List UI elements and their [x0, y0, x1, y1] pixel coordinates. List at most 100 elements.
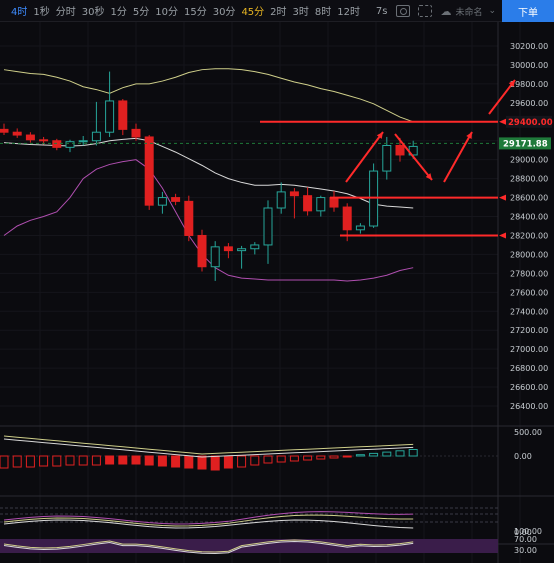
timeframe-9[interactable]: 45分 — [241, 3, 264, 18]
macd-bar — [144, 455, 154, 466]
macd-bar — [263, 455, 273, 464]
price-tick: 26800.00 — [510, 364, 548, 373]
timeframe-2[interactable]: 分时 — [56, 3, 76, 18]
candle-body — [355, 225, 365, 231]
price-tick: 27200.00 — [510, 326, 548, 335]
macd-bar — [184, 455, 194, 469]
macd-bar — [276, 455, 286, 463]
candle-body — [382, 144, 392, 172]
candle-body — [144, 136, 154, 206]
timeframe-13[interactable]: 12时 — [337, 3, 360, 18]
bollinger-upper — [3, 68, 414, 123]
camera-icon[interactable] — [396, 5, 411, 17]
macd-bar — [105, 455, 115, 465]
current-price-label: 29171.88 — [503, 139, 548, 149]
lower-level-arrowhead — [499, 232, 506, 239]
price-tick: 28600.00 — [510, 194, 548, 203]
chevron-down-icon[interactable]: ⌄ — [488, 6, 496, 16]
macd-bar — [369, 452, 379, 457]
macd-tick: 0.00 — [514, 452, 532, 461]
timeframe-5[interactable]: 5分 — [133, 3, 149, 18]
macd-bar — [197, 455, 207, 470]
macd-bar — [25, 455, 35, 468]
candle-body — [25, 134, 35, 141]
macd-bar — [210, 455, 220, 471]
candle-body — [52, 140, 62, 148]
candle-body — [289, 191, 299, 197]
macd-bar — [223, 455, 233, 469]
candle-body — [171, 197, 181, 202]
macd-bar — [118, 455, 128, 465]
forecast-arrow-4 — [488, 79, 516, 115]
candle-body — [263, 207, 273, 246]
price-tick: 27400.00 — [510, 307, 548, 316]
price-tick: 28400.00 — [510, 213, 548, 222]
cloud-icon[interactable]: ☁ — [440, 5, 451, 18]
forecast-arrow-3 — [443, 131, 473, 183]
macd-bar — [171, 455, 181, 468]
macd-bar — [131, 455, 141, 465]
timeframe-6[interactable]: 10分 — [155, 3, 178, 18]
range-label[interactable]: 7s — [376, 6, 388, 17]
candle-body — [197, 234, 207, 268]
macd-bar — [316, 455, 326, 460]
macd-tick: 500.00 — [514, 428, 542, 437]
bollinger-lower — [3, 159, 414, 282]
rsi-tick: 70.00 — [514, 535, 537, 544]
macd-bar — [382, 451, 392, 457]
price-tick: 29000.00 — [510, 156, 548, 165]
layout-name[interactable]: 未命名 — [455, 5, 482, 18]
macd-bar — [408, 449, 418, 457]
timeframe-10[interactable]: 2时 — [270, 3, 286, 18]
candle-body — [39, 139, 49, 142]
macd-bar — [52, 455, 62, 467]
timeframe-8[interactable]: 30分 — [213, 3, 236, 18]
candle-body — [223, 246, 233, 252]
timeframe-12[interactable]: 8时 — [315, 3, 331, 18]
candle-body — [237, 248, 247, 252]
candle-body — [395, 144, 405, 156]
macd-bar — [355, 454, 365, 457]
resistance-level-arrowhead — [499, 118, 506, 125]
support-level-arrowhead — [499, 194, 506, 201]
price-tick: 26400.00 — [510, 402, 548, 411]
macd-bar — [157, 455, 167, 467]
macd-bar — [78, 455, 88, 466]
candle-body — [105, 100, 115, 133]
candle-body — [78, 140, 88, 143]
macd-bar — [39, 455, 49, 467]
macd-bar — [342, 455, 352, 458]
resistance-level-label: 29400.00 — [508, 118, 553, 128]
candlestick-chart[interactable]: 30200.00 30000.00 29800.00 29600.00 29400.00… — [0, 22, 554, 563]
macd-bar — [329, 455, 339, 459]
price-tick: 29800.00 — [510, 80, 548, 89]
candle-body — [157, 197, 167, 206]
macd-bar — [0, 455, 9, 469]
fullscreen-icon[interactable] — [418, 5, 433, 17]
candle-body — [12, 131, 22, 136]
price-tick: 27000.00 — [510, 345, 548, 354]
macd-bar — [303, 455, 313, 461]
macd-bar — [237, 455, 247, 468]
candle-body — [316, 197, 326, 212]
macd-bar — [91, 455, 101, 466]
macd-bar — [65, 455, 75, 466]
timeframe-7[interactable]: 15分 — [184, 3, 207, 18]
price-tick: 27800.00 — [510, 269, 548, 278]
timeframe-3[interactable]: 30秒 — [82, 3, 105, 18]
timeframe-0[interactable]: 4时 — [11, 3, 27, 18]
timeframe-4[interactable]: 1分 — [110, 3, 126, 18]
timeframe-11[interactable]: 3时 — [293, 3, 309, 18]
candle-body — [276, 191, 286, 209]
candle-body — [342, 206, 352, 231]
price-tick: 30200.00 — [510, 42, 548, 51]
price-tick: 30000.00 — [510, 61, 548, 70]
price-tick: 29600.00 — [510, 99, 548, 108]
order-button[interactable]: 下单 — [502, 0, 554, 22]
timeframe-1[interactable]: 1秒 — [33, 3, 49, 18]
price-tick: 28800.00 — [510, 175, 548, 184]
candle-body — [303, 195, 313, 212]
rsi-tick: 30.00 — [514, 546, 537, 555]
price-tick: 28000.00 — [510, 250, 548, 259]
macd-bar — [12, 455, 22, 468]
